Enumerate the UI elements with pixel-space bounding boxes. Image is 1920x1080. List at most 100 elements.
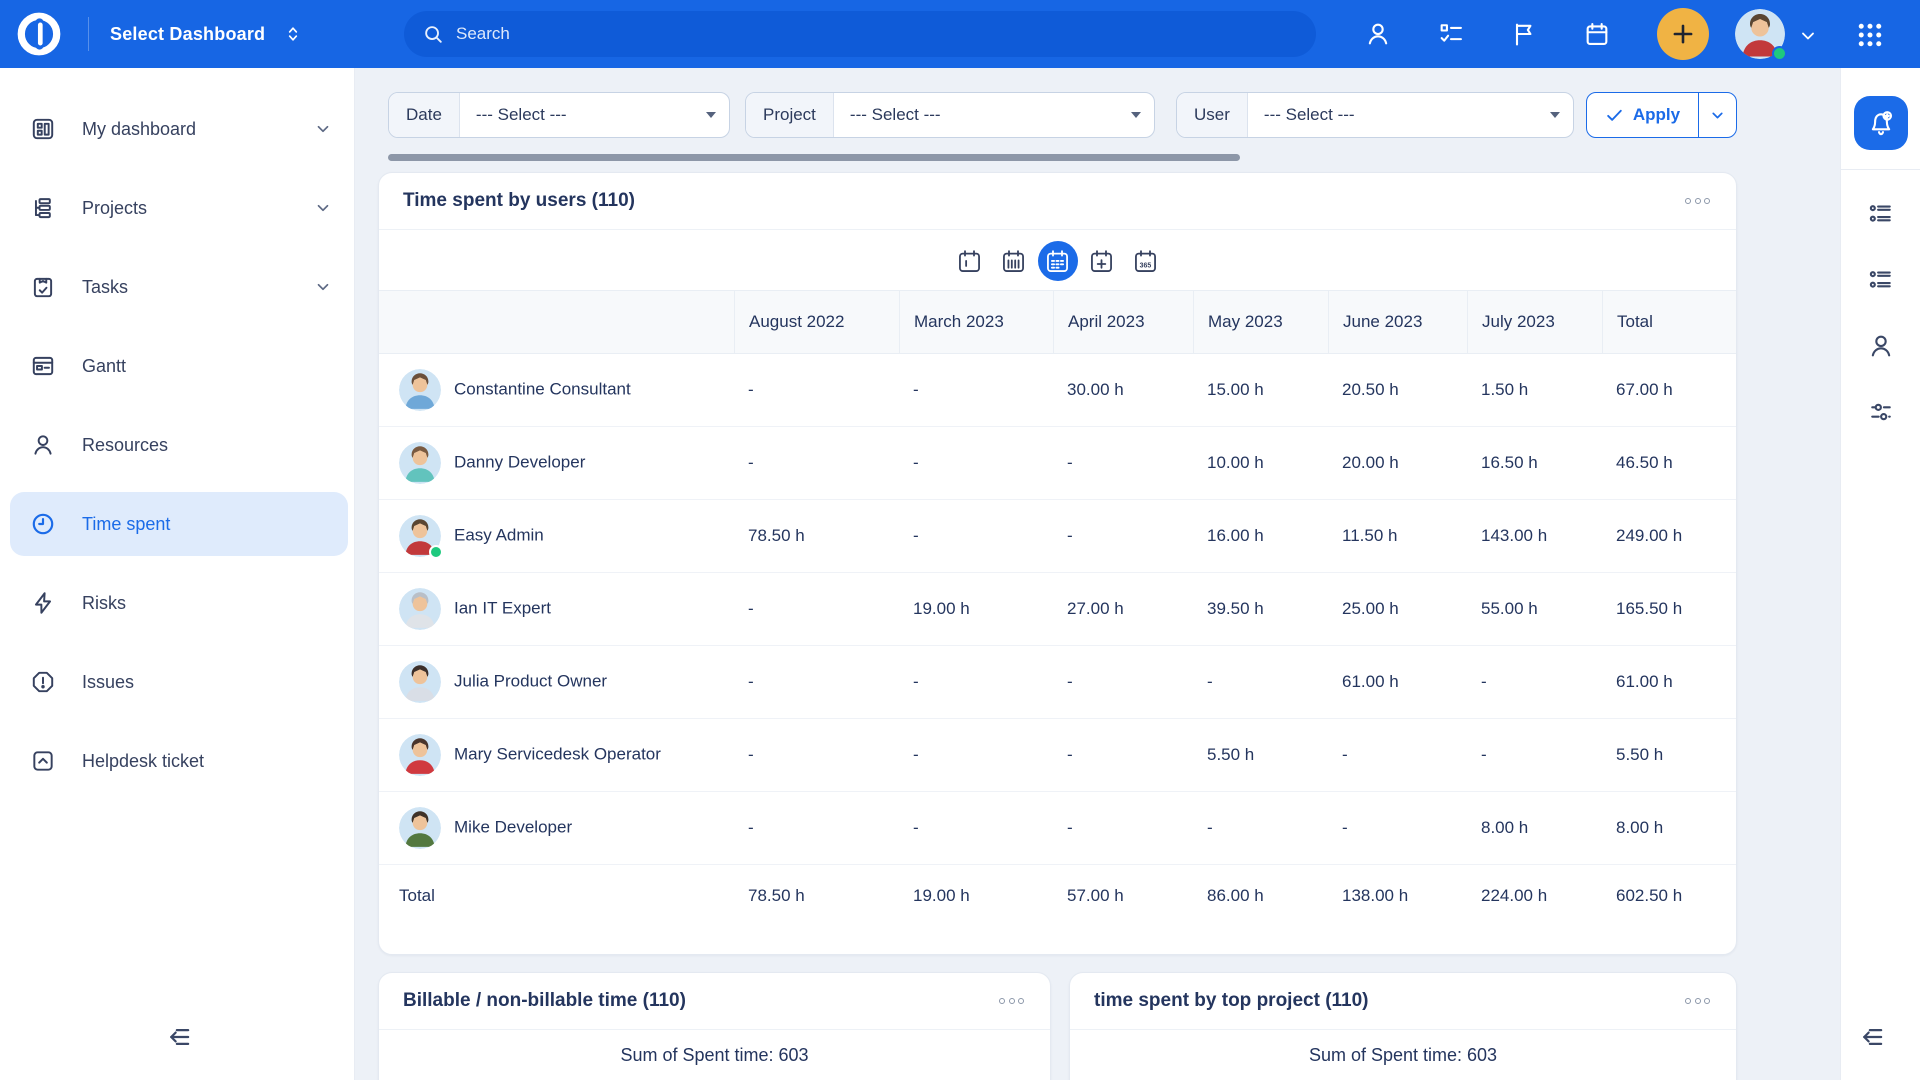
dropdown-caret-icon [1550, 112, 1560, 118]
add-new-button[interactable] [1657, 8, 1709, 60]
table-header-cell: May 2023 [1193, 291, 1328, 353]
hours-cell: 55.00 h [1467, 591, 1602, 627]
user-name-cell[interactable]: Mary Servicedesk Operator [379, 726, 734, 784]
chevron-down-icon [314, 278, 332, 296]
table-row: Danny Developer---10.00 h20.00 h16.50 h4… [379, 427, 1736, 500]
sidebar-item-risks[interactable]: Risks [10, 571, 348, 635]
sidebar-item-tasks[interactable]: Tasks [10, 255, 348, 319]
flag-icon[interactable] [1510, 20, 1538, 48]
filter-date-select[interactable]: --- Select --- [460, 93, 729, 137]
checklist-icon[interactable] [1437, 20, 1465, 48]
user-name-cell[interactable]: Danny Developer [379, 434, 734, 492]
hours-cell: 10.00 h [1193, 445, 1328, 481]
hours-cell: - [734, 445, 899, 481]
hours-cell: 16.50 h [1467, 445, 1602, 481]
widget-menu-button[interactable] [1683, 992, 1712, 1010]
expand-vertical-icon [283, 24, 303, 44]
current-user-avatar[interactable] [1735, 9, 1785, 59]
sidebar-item-label: Resources [82, 435, 168, 456]
list-bullets-icon[interactable] [1867, 200, 1895, 228]
dashboard-selector-label: Select Dashboard [110, 24, 265, 45]
alert-octagon-icon [30, 669, 56, 695]
main-content: Date --- Select --- Project --- Select -… [355, 68, 1840, 1080]
table-header-cell: Total [1602, 291, 1736, 353]
sidebar-item-resources[interactable]: Resources [10, 413, 348, 477]
period-month-button[interactable] [1038, 241, 1078, 281]
filter-project-select[interactable]: --- Select --- [834, 93, 1154, 137]
sidebar-item-projects[interactable]: Projects [10, 176, 348, 240]
sliders-icon[interactable] [1867, 398, 1895, 426]
sidebar-item-label: Helpdesk ticket [82, 751, 204, 772]
hours-cell: 20.00 h [1328, 445, 1467, 481]
hours-cell: 165.50 h [1602, 591, 1736, 627]
notifications-button[interactable] [1854, 96, 1908, 150]
total-hours-cell: 19.00 h [899, 878, 1053, 914]
chevron-down-icon [314, 120, 332, 138]
total-hours-cell: 86.00 h [1193, 878, 1328, 914]
apply-options-button[interactable] [1699, 93, 1736, 137]
projects-icon [30, 195, 56, 221]
user-avatar [399, 588, 441, 630]
hours-cell: - [1053, 810, 1193, 846]
hours-cell: - [1193, 664, 1328, 700]
total-hours-cell: 602.50 h [1602, 878, 1736, 914]
hours-cell: - [899, 810, 1053, 846]
collapse-sidebar-button[interactable] [158, 1015, 202, 1059]
table-row: Mary Servicedesk Operator---5.50 h--5.50… [379, 719, 1736, 792]
period-year-button[interactable]: 365 [1126, 241, 1166, 281]
widget-menu-button[interactable] [1683, 192, 1712, 210]
hours-cell: 67.00 h [1602, 372, 1736, 408]
apply-button[interactable]: Apply [1587, 93, 1699, 137]
divider [1841, 169, 1920, 170]
widget-summary: Sum of Spent time: 603 [1070, 1045, 1736, 1066]
sidebar-item-gantt[interactable]: Gantt [10, 334, 348, 398]
top-project-time-widget: time spent by top project (110) Sum of S… [1069, 972, 1737, 1080]
user-name-cell[interactable]: Ian IT Expert [379, 580, 734, 638]
sidebar-item-issues[interactable]: Issues [10, 650, 348, 714]
time-spent-by-users-widget: Time spent by users (110) 365 August 202… [378, 172, 1737, 955]
filter-project-label: Project [746, 93, 834, 137]
person-icon[interactable] [1867, 332, 1895, 360]
calendar-icon[interactable] [1583, 20, 1611, 48]
clock-icon [30, 511, 56, 537]
user-name-cell[interactable]: Easy Admin [379, 507, 734, 565]
app-logo-icon[interactable] [14, 9, 64, 59]
widget-header: Billable / non-billable time (110) [379, 973, 1050, 1030]
search-input[interactable] [456, 24, 1298, 44]
total-label-cell: Total [379, 878, 734, 914]
dashboard-selector[interactable]: Select Dashboard [110, 0, 303, 68]
hours-cell: 1.50 h [1467, 372, 1602, 408]
person-icon [30, 432, 56, 458]
apps-grid-icon[interactable] [1855, 20, 1885, 50]
hours-cell: 249.00 h [1602, 518, 1736, 554]
user-name-cell[interactable]: Julia Product Owner [379, 653, 734, 711]
period-quarter-button[interactable] [1082, 241, 1122, 281]
online-status-dot [1772, 46, 1787, 61]
period-week-button[interactable] [994, 241, 1034, 281]
user-name-cell[interactable]: Mike Developer [379, 799, 734, 857]
sidebar-item-time-spent[interactable]: Time spent [10, 492, 348, 556]
period-day-button[interactable] [950, 241, 990, 281]
hours-cell: - [1328, 737, 1467, 773]
calendar-week-icon [1000, 248, 1027, 275]
horizontal-scrollbar[interactable] [388, 154, 1240, 161]
global-search[interactable] [404, 11, 1316, 57]
chevron-down-icon[interactable] [1798, 26, 1818, 46]
sidebar-item-my-dashboard[interactable]: My dashboard [10, 97, 348, 161]
user-name-cell[interactable]: Constantine Consultant [379, 361, 734, 419]
list-bullets-icon[interactable] [1867, 266, 1895, 294]
calendar-quarter-icon [1088, 248, 1115, 275]
table-header-cell [379, 291, 734, 353]
sidebar-item-helpdesk-ticket[interactable]: Helpdesk ticket [10, 729, 348, 793]
table-row: Easy Admin78.50 h--16.00 h11.50 h143.00 … [379, 500, 1736, 573]
widget-menu-button[interactable] [997, 992, 1026, 1010]
user-name: Ian IT Expert [454, 598, 551, 617]
filter-date: Date --- Select --- [388, 92, 730, 138]
widget-header: Time spent by users (110) [379, 173, 1736, 230]
hours-cell: 16.00 h [1193, 518, 1328, 554]
user-icon[interactable] [1364, 20, 1392, 48]
top-navigation-bar: Select Dashboard [0, 0, 1920, 68]
filter-user-select[interactable]: --- Select --- [1248, 93, 1573, 137]
collapse-rail-button[interactable] [1851, 1015, 1895, 1059]
user-name: Mike Developer [454, 817, 572, 836]
